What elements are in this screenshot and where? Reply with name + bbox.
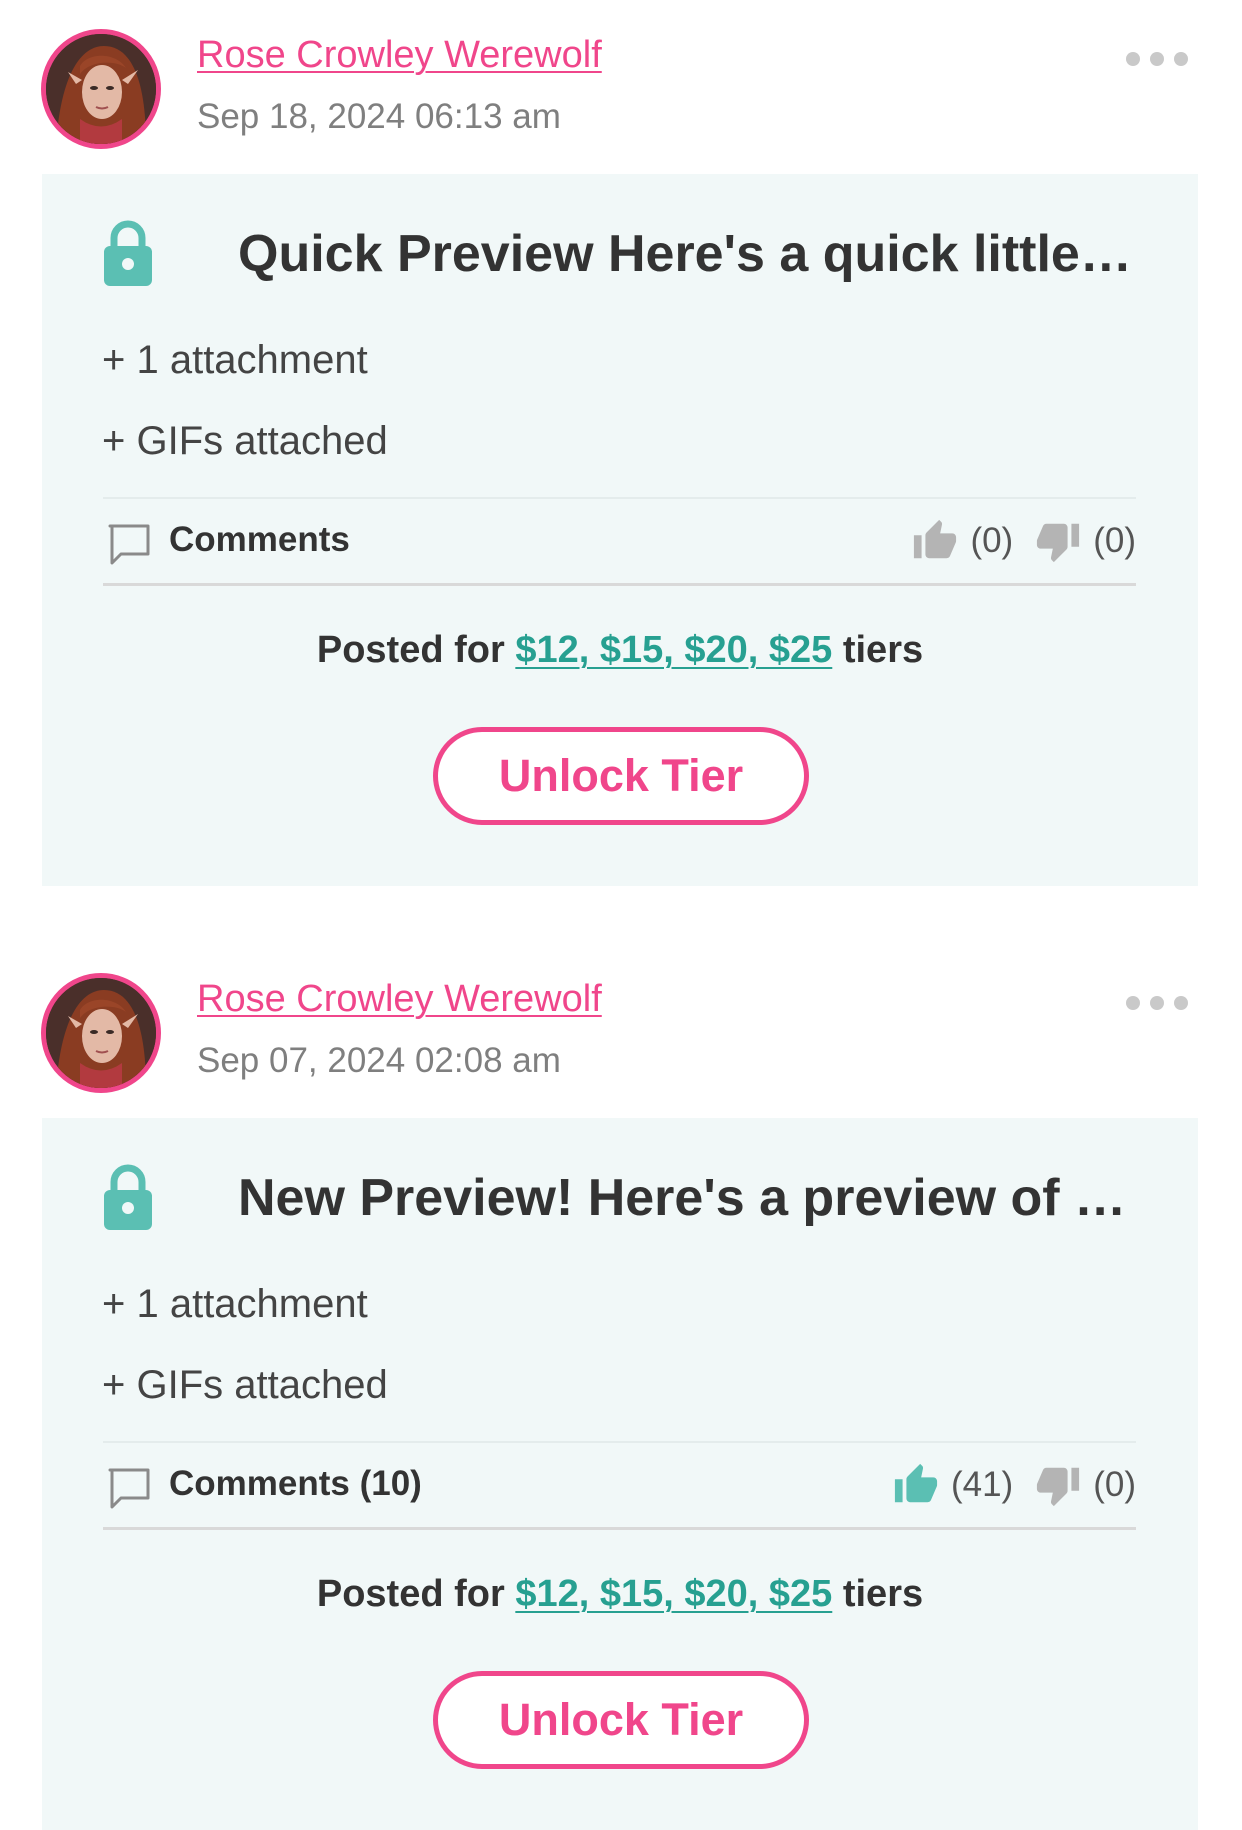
gifs-attached: + GIFs attached [102, 1363, 388, 1407]
dot [1126, 996, 1140, 1010]
post-header: Rose Crowley Werewolf Sep 18, 2024 06:13… [0, 0, 1242, 174]
author-name-link[interactable]: Rose Crowley Werewolf [197, 978, 602, 1021]
comments-link[interactable]: Comments (10) [169, 1464, 422, 1504]
thumbs-up-icon [894, 1463, 938, 1503]
locked-post-body: New Preview! Here's a preview of the… + … [42, 1118, 1198, 1830]
votes: (41) (0) [893, 1457, 1136, 1513]
avatar[interactable] [41, 973, 161, 1093]
comments-link[interactable]: Comments [169, 520, 350, 560]
locked-post-body: Quick Preview Here's a quick little gli…… [42, 174, 1198, 886]
comment-icon[interactable] [107, 523, 151, 565]
comment-icon[interactable] [107, 1467, 151, 1509]
post-date: Sep 07, 2024 02:08 am [197, 1041, 561, 1080]
tiers-link[interactable]: $12, $15, $20, $25 [515, 1573, 832, 1615]
post-title[interactable]: Quick Preview Here's a quick little gli… [238, 224, 1138, 284]
dot [1150, 52, 1164, 66]
tiers-link[interactable]: $12, $15, $20, $25 [515, 629, 832, 671]
avatar[interactable] [41, 29, 161, 149]
unlock-tier-button[interactable]: Unlock Tier [433, 1671, 809, 1769]
posted-for: Posted for $12, $15, $20, $25 tiers [42, 1573, 1198, 1616]
like-button[interactable]: (0) [912, 518, 1013, 564]
posted-for-prefix: Posted for [316, 1573, 505, 1615]
author-name-link[interactable]: Rose Crowley Werewolf [197, 34, 602, 77]
like-button[interactable]: (41) [893, 1462, 1013, 1508]
dislike-count: (0) [1093, 521, 1136, 560]
title-row: Quick Preview Here's a quick little gli… [102, 220, 1138, 300]
comments-row: Comments (10) (41) (0) [103, 1443, 1136, 1530]
more-dots-icon[interactable] [1122, 48, 1192, 70]
posted-for-suffix: tiers [842, 629, 924, 671]
dot [1126, 52, 1140, 66]
dot [1150, 996, 1164, 1010]
posted-for-suffix: tiers [842, 1573, 924, 1615]
post-date: Sep 18, 2024 06:13 am [197, 97, 561, 136]
more-dots-icon[interactable] [1122, 992, 1192, 1014]
attachment-count: + 1 attachment [102, 338, 368, 382]
post-card: Rose Crowley Werewolf Sep 18, 2024 06:13… [0, 0, 1242, 886]
lock-icon [104, 220, 152, 286]
like-count: (0) [970, 521, 1014, 560]
dislike-button[interactable]: (0) [1035, 1462, 1136, 1508]
post-card: Rose Crowley Werewolf Sep 07, 2024 02:08… [0, 944, 1242, 1830]
posted-for-prefix: Posted for [316, 629, 505, 671]
title-row: New Preview! Here's a preview of the… [102, 1164, 1138, 1244]
comments-row: Comments (0) (0) [103, 499, 1136, 586]
unlock-tier-button[interactable]: Unlock Tier [433, 727, 809, 825]
gifs-attached: + GIFs attached [102, 419, 388, 463]
like-count: (41) [950, 1465, 1014, 1504]
dot [1174, 996, 1188, 1010]
dislike-button[interactable]: (0) [1035, 518, 1136, 564]
thumbs-down-icon [1037, 1467, 1080, 1507]
attachment-count: + 1 attachment [102, 1282, 368, 1326]
dot [1174, 52, 1188, 66]
post-header: Rose Crowley Werewolf Sep 07, 2024 02:08… [0, 944, 1242, 1118]
dislike-count: (0) [1093, 1465, 1136, 1504]
posted-for: Posted for $12, $15, $20, $25 tiers [42, 629, 1198, 672]
thumbs-up-icon [914, 519, 957, 559]
thumbs-down-icon [1037, 523, 1080, 563]
votes: (0) (0) [912, 513, 1136, 569]
post-title[interactable]: New Preview! Here's a preview of the… [238, 1168, 1138, 1228]
lock-icon [104, 1164, 152, 1230]
